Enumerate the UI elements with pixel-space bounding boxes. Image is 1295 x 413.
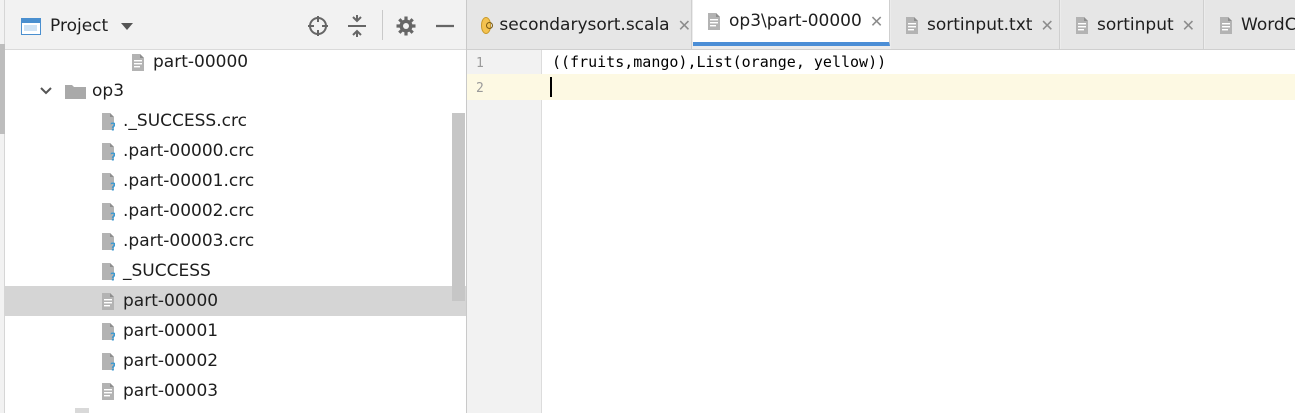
editor-gutter bbox=[467, 50, 542, 413]
scala-object-icon bbox=[481, 16, 494, 34]
folder-icon bbox=[65, 85, 86, 99]
svg-text:?: ? bbox=[110, 180, 115, 191]
close-icon[interactable]: ✕ bbox=[678, 16, 691, 35]
tree-file-row[interactable]: ? .part-00000.crc bbox=[5, 136, 466, 166]
editor-tab-bar: secondarysort.scala ✕ op3\part-00000 ✕ sorti… bbox=[467, 0, 1295, 50]
svg-text:?: ? bbox=[110, 360, 115, 371]
unknown-file-icon: ? bbox=[101, 202, 116, 223]
tree-file-row[interactable]: part-00000 bbox=[5, 286, 466, 316]
chevron-down-icon[interactable] bbox=[121, 22, 134, 30]
tab-label: WordC bbox=[1241, 15, 1295, 35]
text-file-icon bbox=[905, 16, 919, 35]
close-icon[interactable]: ✕ bbox=[870, 12, 883, 31]
line-number: 1 bbox=[476, 56, 484, 71]
editor-tab[interactable]: WordC bbox=[1205, 0, 1295, 49]
header-separator bbox=[382, 10, 383, 40]
code-editor[interactable] bbox=[542, 50, 1295, 413]
svg-text:?: ? bbox=[110, 270, 115, 281]
editor-tab[interactable]: secondarysort.scala ✕ bbox=[467, 0, 692, 49]
tree-item-label: part-00003 bbox=[123, 381, 219, 401]
svg-text:?: ? bbox=[110, 150, 115, 161]
text-file-icon bbox=[101, 382, 115, 401]
editor-tab[interactable]: sortinput.txt ✕ bbox=[891, 0, 1060, 49]
tree-file-row[interactable]: ? .part-00002.crc bbox=[5, 196, 466, 226]
unknown-file-icon: ? bbox=[101, 172, 116, 193]
caret-line-highlight bbox=[467, 74, 1295, 100]
project-panel: Project part-00000 op3 ._SUCCESS.crc .pa… bbox=[0, 0, 467, 413]
tree-item-label: .part-00001.crc bbox=[123, 171, 255, 191]
close-icon[interactable]: ✕ bbox=[1182, 16, 1195, 35]
text-file-icon bbox=[1075, 16, 1089, 35]
tab-label: op3\part-00000 bbox=[729, 11, 862, 31]
gear-icon bbox=[396, 16, 416, 36]
settings-button[interactable] bbox=[393, 13, 419, 39]
project-view-selector[interactable]: Project bbox=[21, 14, 134, 38]
chevron-down-icon[interactable] bbox=[39, 86, 53, 96]
unknown-file-icon: ? bbox=[101, 112, 116, 133]
svg-text:?: ? bbox=[110, 210, 115, 221]
text-file-icon bbox=[707, 12, 721, 31]
text-caret bbox=[550, 77, 552, 97]
project-tree: part-00000 op3? ._SUCCESS.crc? .part-00000.… bbox=[5, 50, 466, 413]
close-icon[interactable]: ✕ bbox=[1040, 16, 1053, 35]
svg-text:?: ? bbox=[110, 240, 115, 251]
tab-label: secondarysort.scala bbox=[499, 15, 670, 35]
tree-file-row[interactable]: ? .part-00001.crc bbox=[5, 166, 466, 196]
unknown-file-icon: ? bbox=[101, 262, 116, 283]
locate-file-button[interactable] bbox=[305, 13, 331, 39]
tree-file-row[interactable]: part-00003 bbox=[5, 376, 466, 406]
tree-item-label: _SUCCESS bbox=[123, 261, 211, 281]
svg-text:?: ? bbox=[110, 330, 115, 341]
tree-file-row[interactable]: part-00000 bbox=[5, 50, 466, 77]
tree-file-row[interactable]: ? .part-00003.crc bbox=[5, 226, 466, 256]
project-panel-header: Project bbox=[5, 0, 466, 50]
collapse-all-icon bbox=[348, 15, 366, 37]
tree-file-row[interactable]: ? part-00002 bbox=[5, 346, 466, 376]
collapse-all-button[interactable] bbox=[344, 13, 370, 39]
tree-item-label: part-00000 bbox=[123, 291, 219, 311]
editor-tab[interactable]: sortinput ✕ bbox=[1061, 0, 1204, 49]
crosshair-icon bbox=[308, 16, 328, 36]
project-window-icon bbox=[21, 17, 41, 35]
tree-item-label: part-00001 bbox=[123, 321, 219, 341]
tree-item-label: op3 bbox=[92, 81, 125, 101]
project-panel-title: Project bbox=[50, 16, 109, 36]
code-line[interactable]: ((fruits,mango),List(orange, yellow)) bbox=[552, 53, 886, 71]
tree-item-label: .part-00003.crc bbox=[123, 231, 255, 251]
tree-item-label: .part-00002.crc bbox=[123, 201, 255, 221]
hide-panel-button[interactable] bbox=[432, 13, 458, 39]
editor-tab[interactable]: op3\part-00000 ✕ bbox=[693, 0, 890, 46]
text-file-icon bbox=[131, 53, 145, 72]
svg-text:?: ? bbox=[110, 120, 115, 131]
tree-item-label: part-00000 bbox=[153, 52, 249, 72]
line-number: 2 bbox=[476, 81, 484, 96]
tree-file-row[interactable]: ? part-00001 bbox=[5, 316, 466, 346]
unknown-file-icon: ? bbox=[101, 232, 116, 253]
tree-file-row[interactable]: ? ._SUCCESS.crc bbox=[5, 106, 466, 136]
unknown-file-icon: ? bbox=[101, 352, 116, 373]
text-file-icon bbox=[101, 292, 115, 311]
tree-item-label: part-00002 bbox=[123, 351, 219, 371]
tree-scrollbar-thumb[interactable] bbox=[452, 113, 465, 301]
tree-folder-row[interactable]: op3 bbox=[5, 76, 466, 106]
text-file-icon bbox=[1219, 16, 1233, 35]
tree-item-label: .part-00000.crc bbox=[123, 141, 255, 161]
unknown-file-icon: ? bbox=[101, 322, 116, 343]
partially-visible-row bbox=[75, 408, 89, 413]
unknown-file-icon: ? bbox=[101, 142, 116, 163]
tree-file-row[interactable]: ? _SUCCESS bbox=[5, 256, 466, 286]
tree-item-label: ._SUCCESS.crc bbox=[123, 111, 247, 131]
tab-label: sortinput bbox=[1097, 15, 1174, 35]
minimize-icon bbox=[436, 24, 454, 28]
tab-label: sortinput.txt bbox=[927, 15, 1033, 35]
